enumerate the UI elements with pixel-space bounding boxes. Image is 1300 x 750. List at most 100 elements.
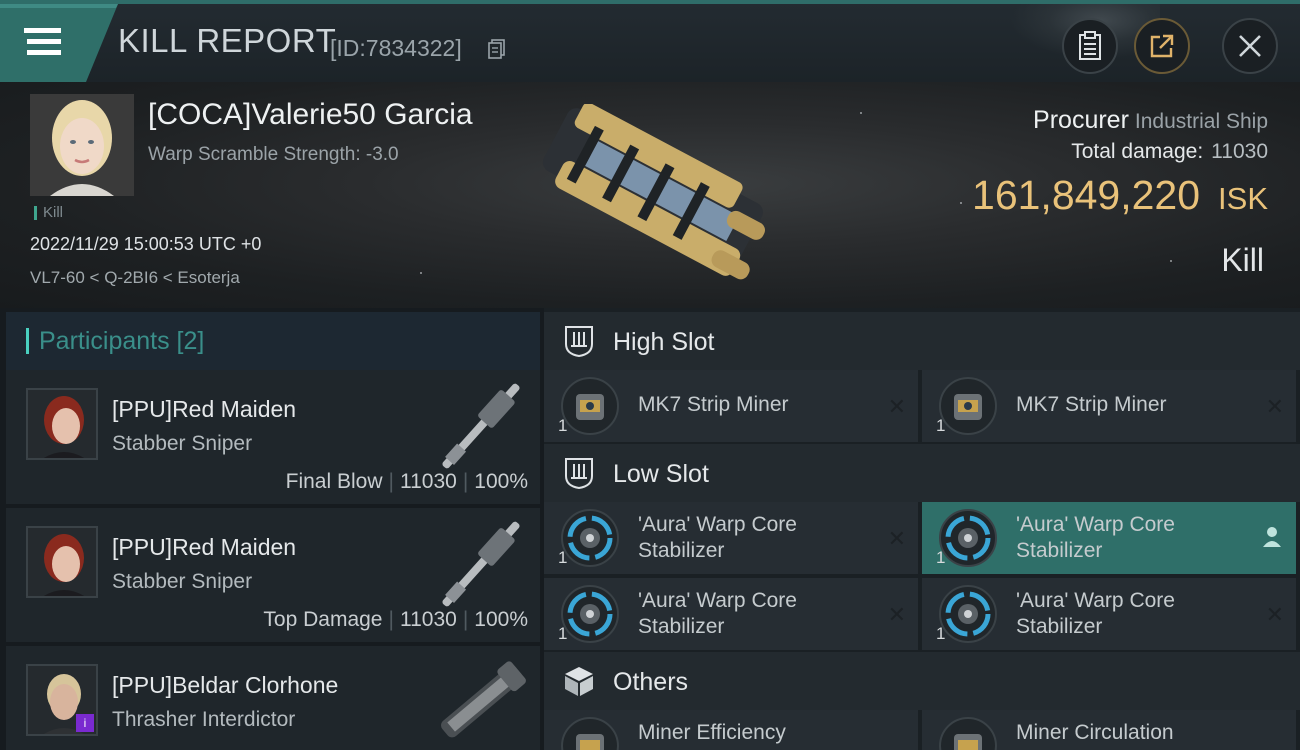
module-name: 'Aura' Warp Core Stabilizer	[1016, 589, 1175, 638]
top-bar: KILL REPORT [ID:7834322]	[0, 0, 1300, 82]
module-item[interactable]: Miner Circulation	[922, 710, 1296, 750]
kill-datetime: 2022/11/29 15:00:53 UTC +0	[30, 234, 262, 254]
module-name: Miner Efficiency	[638, 721, 786, 744]
share-button[interactable]	[1134, 18, 1190, 74]
participant-name: [PPU]Beldar Clorhone	[112, 672, 339, 698]
warp-core-stabilizer-icon	[939, 509, 997, 567]
module-name: Miner Circulation	[1016, 721, 1174, 744]
total-damage-value: 11030	[1211, 140, 1268, 163]
participant-name: [PPU]Red Maiden	[112, 396, 297, 422]
module-item[interactable]: 1 'Aura' Warp Core Stabilizer ✕	[544, 578, 918, 650]
participant-stats: Final Blow | 11030 | 100%	[285, 470, 528, 493]
module-item[interactable]: 1 'Aura' Warp Core Stabilizer ✕	[544, 502, 918, 574]
victim-summary: [COCA]Valerie50 Garcia Warp Scramble Str…	[0, 82, 1300, 308]
participants-header: Participants [2]	[6, 312, 540, 370]
participant-ship: Stabber Sniper	[112, 570, 253, 593]
participants-title: Participants [2]	[26, 328, 204, 354]
participant-name: [PPU]Red Maiden	[112, 534, 297, 560]
page-title: KILL REPORT	[118, 22, 337, 59]
module-item[interactable]: 1 MK7 Strip Miner ✕	[922, 370, 1296, 442]
participant-ship: Thrasher Interdictor	[112, 708, 296, 731]
close-icon	[1239, 35, 1261, 57]
high-slot-icon	[565, 326, 593, 358]
strip-miner-icon	[939, 377, 997, 435]
destroyed-icon: ✕	[887, 394, 906, 419]
kill-location[interactable]: VL7-60 < Q-2BI6 < Esoterja	[30, 268, 240, 288]
participant-avatar[interactable]	[26, 388, 98, 460]
module-qty: 1	[936, 416, 946, 435]
destroyed-icon: ✕	[887, 526, 906, 551]
menu-button[interactable]	[0, 4, 118, 82]
fitting-panel: High Slot 1 MK7 Strip Miner ✕ 1 MK7 Stri…	[544, 308, 1300, 750]
isk-amount: 161,849,220	[972, 172, 1201, 218]
others-label: Others	[613, 668, 689, 696]
menu-icon	[24, 28, 61, 55]
module-qty: 1	[558, 548, 568, 567]
module-name: 'Aura' Warp Core Stabilizer	[1016, 513, 1175, 562]
kill-tag: Kill	[34, 205, 63, 220]
warp-core-stabilizer-icon	[561, 509, 619, 567]
module-name: 'Aura' Warp Core Stabilizer	[638, 513, 797, 562]
participant-damage: 11030	[399, 470, 457, 493]
user-icon[interactable]	[1262, 526, 1282, 548]
report-id: [ID:7834322]	[330, 35, 462, 61]
participant-damage: 11030	[399, 608, 457, 631]
victim-ship-image[interactable]	[520, 104, 790, 284]
high-slot-label: High Slot	[613, 328, 715, 356]
rig-icon	[561, 717, 619, 750]
total-damage-label: Total damage:	[1071, 140, 1204, 163]
victim-ship[interactable]: Procurer Industrial Ship	[1033, 106, 1268, 135]
low-slot-icon	[565, 458, 593, 490]
kill-result: Kill	[1221, 242, 1264, 278]
module-qty: 1	[558, 624, 568, 643]
module-name: MK7 Strip Miner	[1016, 393, 1167, 416]
participant-role: Final Blow	[285, 470, 383, 493]
interdictor-badge: i	[76, 714, 94, 732]
warp-scramble-strength: Warp Scramble Strength: -3.0	[148, 144, 399, 165]
destroyed-icon: ✕	[1265, 394, 1284, 419]
destroyed-icon: ✕	[1265, 602, 1284, 627]
participant-avatar[interactable]: i	[26, 664, 98, 736]
weapon-icon	[442, 521, 520, 607]
module-name: MK7 Strip Miner	[638, 393, 789, 416]
module-qty: 1	[558, 416, 568, 435]
cube-icon	[565, 667, 593, 696]
module-qty: 1	[936, 624, 946, 643]
participant-card[interactable]: [PPU]Red Maiden Stabber Sniper Top Damag…	[6, 508, 540, 642]
victim-name[interactable]: [COCA]Valerie50 Garcia	[148, 98, 473, 132]
module-item[interactable]: Miner Efficiency	[544, 710, 918, 750]
warp-core-stabilizer-icon	[939, 585, 997, 643]
module-name: 'Aura' Warp Core Stabilizer	[638, 589, 797, 638]
clipboard-button[interactable]	[1062, 18, 1118, 74]
low-slot-header: Low Slot	[544, 444, 1300, 502]
close-button[interactable]	[1222, 18, 1278, 74]
module-qty: 1	[936, 548, 946, 567]
victim-portrait[interactable]	[30, 94, 134, 196]
weapon-icon	[442, 383, 520, 469]
module-item-selected[interactable]: 1 'Aura' Warp Core Stabilizer	[922, 502, 1296, 574]
strip-miner-icon	[561, 377, 619, 435]
warp-core-stabilizer-icon	[561, 585, 619, 643]
participant-card[interactable]: [PPU]Red Maiden Stabber Sniper Final Blo…	[6, 370, 540, 504]
ship-class: Industrial Ship	[1134, 110, 1268, 133]
module-item[interactable]: 1 'Aura' Warp Core Stabilizer ✕	[922, 578, 1296, 650]
isk-unit: ISK	[1218, 181, 1268, 216]
ship-icon	[441, 661, 526, 738]
destroyed-icon: ✕	[887, 602, 906, 627]
low-slot-label: Low Slot	[613, 460, 709, 488]
ship-name: Procurer	[1033, 106, 1129, 134]
copy-icon[interactable]	[488, 39, 506, 59]
rig-icon	[939, 717, 997, 750]
participant-role: Top Damage	[263, 608, 383, 631]
isk-value: 161,849,220 ISK	[972, 172, 1268, 219]
participant-percent: 100%	[474, 470, 528, 493]
others-header: Others	[544, 652, 1300, 710]
participant-percent: 100%	[474, 608, 528, 631]
module-item[interactable]: 1 MK7 Strip Miner ✕	[544, 370, 918, 442]
participant-avatar[interactable]	[26, 526, 98, 598]
participant-ship: Stabber Sniper	[112, 432, 253, 455]
share-icon	[1150, 34, 1174, 58]
participant-stats: Top Damage | 11030 | 100%	[263, 608, 528, 631]
clipboard-icon	[1079, 31, 1101, 60]
participant-card[interactable]: i [PPU]Beldar Clorhone Thrasher Interdic…	[6, 646, 540, 750]
